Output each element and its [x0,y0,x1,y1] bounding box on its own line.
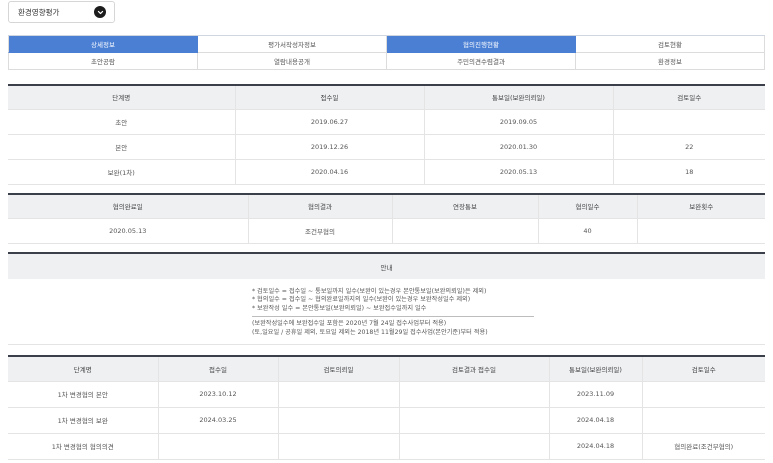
notice-line: * 협의일수 = 접수일 ~ 협의완료일까지의 일수(보완이 있는경우 보완작성… [252,296,471,304]
table-cell [636,218,765,244]
table-cell: 2024.04.18 [548,407,642,434]
column-header: 보완횟수 [636,194,765,219]
column-header: 접수일 [234,85,424,110]
column-header: 협의결과 [247,194,392,219]
notice-line: * 보완작성 일수 = 본안통보일(보완의뢰일) ~ 보완접수일까지 일수 [252,304,427,312]
table-cell: 2019.09.05 [423,109,613,135]
notice-panel: 안내 * 검토일수 = 접수일 ~ 통보일까지 일수(보완이 있는경우 본안통보… [8,252,765,345]
assessment-type-value: 환경영향평가 [18,7,60,17]
tab-row-1: 상세정보 평가서작성자정보 협의진행현황 검토현황 [8,36,765,53]
table-cell: 40 [537,218,637,244]
table-cell: 조건부협의 [247,218,392,244]
column-header: 검토일수 [641,356,765,382]
table-cell: 2019.06.27 [234,109,424,135]
tab-draft-inspection[interactable]: 초안공람 [8,53,198,70]
table-cell [398,407,549,434]
table-cell [277,433,399,460]
table-row: 1차 변경협의 협의의견 2024.04.18 협의완료(조건부협의) [8,433,765,460]
table-cell: 18 [612,159,765,185]
tab-environment-info[interactable]: 환경정보 [576,53,765,70]
notice-divider [252,316,534,318]
table-cell [398,433,549,460]
table-header-row: 협의완료일 협의결과 연장통보 협의일수 보완횟수 [8,194,765,219]
table-cell: 2023.10.12 [157,381,278,408]
table-cell [641,407,765,434]
table-cell: 2023.11.09 [548,381,642,408]
table-row: 1차 변경협의 보완 2024.03.25 2024.04.18 [8,407,765,434]
table-cell [398,381,549,408]
column-header: 접수일 [157,356,278,382]
table-row: 초안 2019.06.27 2019.09.05 [8,109,765,135]
tab-review-status[interactable]: 검토현황 [576,36,765,53]
table-cell: 1차 변경협의 협의의견 [8,433,158,460]
column-header: 단계명 [8,85,235,110]
notice-footnote: (보완작성일수에 보완접수일 포함은 2020년 7월 24일 접수사업부터 적… [252,320,447,328]
tab-resident-opinion[interactable]: 주민의견수렴결과 [387,53,576,70]
column-header: 단계명 [8,356,158,382]
stage-table: 단계명 접수일 통보일(보완의뢰일) 검토일수 초안 2019.06.27 20… [8,84,765,185]
result-table: 협의완료일 협의결과 연장통보 협의일수 보완횟수 2020.05.13 조건부… [8,193,765,244]
table-header-row: 단계명 접수일 통보일(보완의뢰일) 검토일수 [8,85,765,110]
table-row: 보완(1차) 2020.04.16 2020.05.13 18 [8,159,765,185]
table-cell: 협의완료(조건부협의) [641,433,765,460]
column-header: 연장통보 [391,194,538,219]
change-consultation-table: 단계명 접수일 검토의뢰일 검토결과 접수일 통보일(보완의뢰일) 검토일수 1… [8,355,765,460]
table-cell [641,381,765,408]
table-cell: 22 [612,134,765,160]
notice-title: 안내 [8,254,765,279]
table-cell [277,381,399,408]
table-cell: 2020.01.30 [423,134,613,160]
table-header-row: 단계명 접수일 검토의뢰일 검토결과 접수일 통보일(보완의뢰일) 검토일수 [8,356,765,382]
table-cell: 본안 [8,134,235,160]
assessment-type-select[interactable]: 환경영향평가 [8,1,115,23]
table-cell: 2024.03.25 [157,407,278,434]
tab-disclosure[interactable]: 열람내용공개 [198,53,387,70]
tab-detail-info[interactable]: 상세정보 [8,36,198,53]
table-cell [612,109,765,135]
tab-consultation-progress[interactable]: 협의진행현황 [387,36,576,53]
table-cell: 보완(1차) [8,159,235,185]
table-cell: 2020.05.13 [8,218,248,244]
column-header: 협의완료일 [8,194,248,219]
table-row: 1차 변경협의 본안 2023.10.12 2023.11.09 [8,381,765,408]
table-row: 본안 2019.12.26 2020.01.30 22 [8,134,765,160]
table-cell [277,407,399,434]
notice-body: * 검토일수 = 접수일 ~ 통보일까지 일수(보완이 있는경우 본안통보일(보… [252,288,542,337]
tab-author-info[interactable]: 평가서작성자정보 [198,36,387,53]
chevron-down-icon[interactable] [94,6,106,18]
column-header: 협의일수 [537,194,637,219]
table-cell: 2024.04.18 [548,433,642,460]
column-header: 검토일수 [612,85,765,110]
column-header: 통보일(보완의뢰일) [548,356,642,382]
tab-row-2: 초안공람 열람내용공개 주민의견수렴결과 환경정보 [8,53,765,70]
table-cell [391,218,538,244]
table-cell: 1차 변경협의 본안 [8,381,158,408]
column-header: 통보일(보완의뢰일) [423,85,613,110]
table-cell: 1차 변경협의 보완 [8,407,158,434]
detail-tabs: 상세정보 평가서작성자정보 협의진행현황 검토현황 초안공람 열람내용공개 주민… [8,35,765,70]
table-cell: 초안 [8,109,235,135]
table-row: 2020.05.13 조건부협의 40 [8,218,765,244]
table-cell: 2019.12.26 [234,134,424,160]
table-cell [157,433,278,460]
table-cell: 2020.04.16 [234,159,424,185]
notice-footnote: (토,일요일 / 공휴일 제외, 토요일 제외는 2018년 11월29일 접수… [252,328,488,336]
column-header: 검토결과 접수일 [398,356,549,382]
table-cell: 2020.05.13 [423,159,613,185]
column-header: 검토의뢰일 [277,356,399,382]
